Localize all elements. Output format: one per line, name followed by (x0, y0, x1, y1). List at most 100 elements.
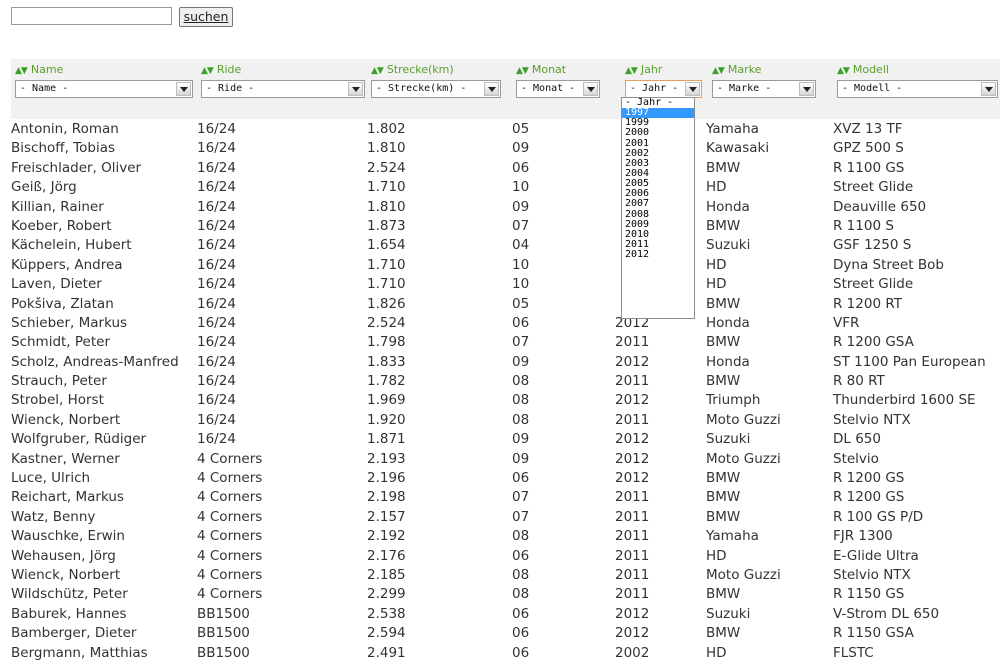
chevron-down-icon[interactable] (981, 82, 996, 96)
cell-name: Wolfgruber, Rüdiger (11, 431, 147, 448)
cell-modell: R 1150 GSA (833, 625, 914, 642)
cell-name: Wienck, Norbert (11, 411, 121, 428)
column-header-strecke[interactable]: ▲▼ Strecke(km) (371, 63, 454, 76)
cell-monat: 07 (512, 334, 530, 351)
cell-modell: Stelvio (833, 450, 879, 467)
cell-ride: 16/24 (197, 392, 236, 409)
filter-select-modell[interactable]: - Modell - (837, 80, 998, 98)
cell-monat: 06 (512, 605, 530, 622)
cell-monat: 05 (512, 121, 530, 137)
sort-arrows-icon[interactable]: ▲▼ (625, 66, 638, 76)
cell-marke: Honda (706, 198, 750, 215)
cell-marke: Suzuki (706, 605, 751, 622)
cell-strecke: 1.873 (367, 217, 406, 234)
cell-modell: Street Glide (833, 276, 914, 293)
column-header-label: Marke (727, 63, 762, 76)
cell-name: Strobel, Horst (11, 392, 104, 409)
cell-jahr: 2011 (615, 547, 650, 564)
chevron-down-icon[interactable] (484, 82, 499, 96)
search-button[interactable]: suchen (179, 7, 233, 27)
column-header-jahr[interactable]: ▲▼ Jahr (625, 63, 662, 76)
cell-marke: BMW (706, 586, 741, 603)
cell-marke: Suzuki (706, 237, 751, 254)
cell-marke: HD (706, 256, 727, 273)
cell-ride: 16/24 (197, 198, 236, 215)
column-header-marke[interactable]: ▲▼ Marke (712, 63, 761, 76)
cell-name: Scholz, Andreas-Manfred (11, 353, 179, 370)
table-row: Wildschütz, Peter 4 Corners 2.299 08 2011 BMW… (0, 584, 1000, 603)
filter-select-jahr[interactable]: - Jahr - (625, 80, 702, 98)
cell-monat: 05 (512, 295, 530, 312)
cell-marke: Moto Guzzi (706, 411, 781, 428)
filter-select-strecke[interactable]: - Strecke(km) - (371, 80, 501, 98)
filter-panel: ▲▼ Name - Name - ▲▼ Ride - Ride - ▲▼ Strecke(km… (11, 59, 1000, 119)
cell-strecke: 1.710 (367, 256, 406, 273)
cell-jahr: 2012 (615, 431, 650, 448)
cell-monat: 10 (512, 276, 530, 293)
cell-marke: Honda (706, 314, 750, 331)
cell-jahr: 2012 (615, 605, 650, 622)
filter-select-name[interactable]: - Name - (15, 80, 193, 98)
cell-marke: BMW (706, 489, 741, 506)
cell-ride: BB1500 (197, 605, 250, 622)
column-header-modell[interactable]: ▲▼ Modell (837, 63, 889, 76)
cell-strecke: 2.524 (367, 314, 406, 331)
sort-arrows-icon[interactable]: ▲▼ (201, 66, 214, 76)
cell-jahr: 2012 (615, 392, 650, 409)
cell-ride: 16/24 (197, 140, 236, 157)
cell-monat: 10 (512, 256, 530, 273)
cell-jahr: 2011 (615, 566, 650, 583)
sort-arrows-icon[interactable]: ▲▼ (516, 66, 529, 76)
table-row: Kächelein, Hubert 16/24 1.654 04 Suzuki GSF 1… (0, 235, 1000, 254)
chevron-down-icon[interactable] (348, 82, 363, 96)
cell-name: Wauschke, Erwin (11, 528, 125, 545)
filter-select-monat[interactable]: - Monat - (516, 80, 600, 98)
cell-modell: Deauville 650 (833, 198, 927, 215)
year-dropdown-list[interactable]: - Jahr -1997 1999 2000 2001 2002 2003 2004 2005… (621, 97, 695, 319)
cell-name: Koeber, Robert (11, 217, 112, 234)
cell-strecke: 1.810 (367, 198, 406, 215)
cell-marke: BMW (706, 373, 741, 390)
year-option[interactable]: 2012 (622, 250, 694, 260)
table-row: Reichart, Markus 4 Corners 2.198 07 2011 BMW R… (0, 487, 1000, 506)
cell-ride: BB1500 (197, 625, 250, 642)
table-row: Strauch, Peter 16/24 1.782 08 2011 BMW R 80 RT (0, 371, 1000, 390)
cell-jahr: 2011 (615, 489, 650, 506)
cell-marke: Kawasaki (706, 140, 770, 157)
cell-ride: 4 Corners (197, 489, 263, 506)
cell-monat: 09 (512, 431, 530, 448)
cell-ride: 16/24 (197, 431, 236, 448)
cell-marke: BMW (706, 470, 741, 487)
table-row: Strobel, Horst 16/24 1.969 08 2012 Triumph Thu… (0, 390, 1000, 409)
cell-monat: 06 (512, 547, 530, 564)
column-header-monat[interactable]: ▲▼ Monat (516, 63, 566, 76)
sort-arrows-icon[interactable]: ▲▼ (712, 66, 725, 76)
search-input[interactable] (11, 7, 172, 25)
filter-select-value: - Modell - (842, 83, 903, 94)
cell-modell: GSF 1250 S (833, 237, 912, 254)
chevron-down-icon[interactable] (799, 82, 814, 96)
cell-ride: 16/24 (197, 353, 236, 370)
filter-select-ride[interactable]: - Ride - (201, 80, 365, 98)
table-row: Bischoff, Tobias 16/24 1.810 09 Kawasaki GPZ … (0, 138, 1000, 157)
cell-name: Wehausen, Jörg (11, 547, 116, 564)
chevron-down-icon[interactable] (176, 82, 191, 96)
chevron-down-icon[interactable] (583, 82, 598, 96)
column-header-ride[interactable]: ▲▼ Ride (201, 63, 241, 76)
column-header-name[interactable]: ▲▼ Name (15, 63, 63, 76)
cell-monat: 08 (512, 586, 530, 603)
sort-arrows-icon[interactable]: ▲▼ (15, 66, 28, 76)
cell-marke: HD (706, 644, 727, 661)
cell-ride: BB1500 (197, 644, 250, 661)
column-header-label: Name (30, 63, 64, 76)
sort-arrows-icon[interactable]: ▲▼ (837, 66, 850, 76)
cell-strecke: 2.299 (367, 586, 406, 603)
cell-monat: 07 (512, 217, 530, 234)
sort-arrows-icon[interactable]: ▲▼ (371, 66, 384, 76)
filter-select-marke[interactable]: - Marke - (712, 80, 816, 98)
cell-marke: Moto Guzzi (706, 566, 781, 583)
cell-modell: GPZ 500 S (833, 140, 904, 157)
cell-monat: 09 (512, 140, 530, 157)
chevron-down-icon[interactable] (685, 82, 700, 96)
filter-select-value: - Marke - (717, 83, 772, 94)
